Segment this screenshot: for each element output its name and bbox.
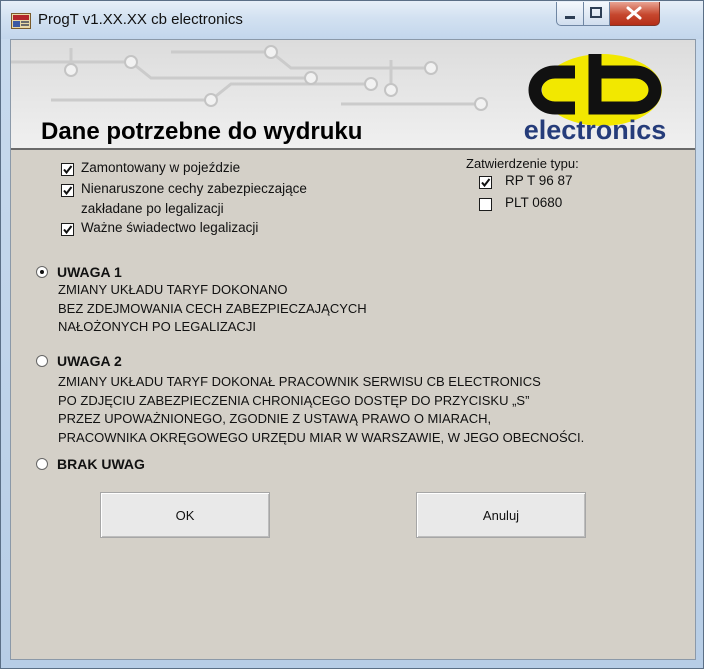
radio-button[interactable] (36, 266, 48, 278)
check-certificate[interactable]: Ważne świadectwo legalizacji (61, 220, 259, 238)
close-button[interactable] (610, 2, 660, 26)
svg-text:electronics: electronics (524, 115, 667, 145)
checkmark-icon (63, 225, 73, 235)
minimize-icon (565, 16, 575, 19)
checkbox[interactable] (479, 176, 492, 189)
note-1-text: ZMIANY UKŁADU TARYF DOKONANO BEZ ZDEJMOW… (58, 282, 367, 334)
close-icon (626, 6, 642, 20)
check-label: Nienaruszone cechy zabezpieczające (81, 181, 307, 196)
check-label: RP T 96 87 (505, 173, 573, 188)
window-title: ProgT v1.XX.XX cb electronics (38, 11, 243, 28)
check-label: Zamontowany w pojeździe (81, 160, 241, 175)
checkbox[interactable] (61, 184, 74, 197)
cb-electronics-logo: electronics (524, 54, 667, 145)
app-window: ProgT v1.XX.XX cb electronics Dane potrz… (0, 0, 704, 669)
checkmark-icon (63, 186, 73, 196)
dialog-body: Dane potrzebne do wydruku electronics Za… (10, 39, 696, 660)
check-plt-0680[interactable]: PLT 0680 (479, 195, 563, 213)
check-mounted[interactable]: Zamontowany w pojeździe (61, 160, 241, 178)
checkbox[interactable] (61, 223, 74, 236)
note-2-text: ZMIANY UKŁADU TARYF DOKONAŁ PRACOWNIK SE… (58, 374, 585, 445)
maximize-button[interactable] (584, 2, 610, 26)
checkbox[interactable] (479, 198, 492, 211)
radio-label: BRAK UWAG (57, 456, 145, 472)
check-rpt-9687[interactable]: RP T 96 87 (479, 173, 573, 191)
checkmark-icon (63, 165, 73, 175)
ok-button[interactable]: OK (100, 492, 270, 538)
check-label-line2: zakładane po legalizacji (81, 201, 224, 216)
check-seals-intact[interactable]: Nienaruszone cechy zabezpieczające zakła… (61, 181, 307, 219)
header-banner: Dane potrzebne do wydruku electronics (11, 40, 695, 148)
cancel-button[interactable]: Anuluj (416, 492, 586, 538)
radio-note-1[interactable]: UWAGA 1 (36, 264, 122, 280)
radio-button[interactable] (36, 355, 48, 367)
check-label: PLT 0680 (505, 195, 563, 210)
radio-note-2[interactable]: UWAGA 2 (36, 353, 122, 369)
title-bar[interactable]: ProgT v1.XX.XX cb electronics (1, 1, 703, 39)
check-label: Ważne świadectwo legalizacji (81, 220, 259, 235)
header-divider (11, 148, 695, 150)
radio-label: UWAGA 2 (57, 353, 122, 369)
radio-label: UWAGA 1 (57, 264, 122, 280)
app-icon (11, 13, 31, 29)
minimize-button[interactable] (556, 2, 584, 26)
page-title: Dane potrzebne do wydruku (41, 118, 363, 145)
checkbox[interactable] (61, 163, 74, 176)
maximize-icon (590, 7, 602, 18)
radio-no-notes[interactable]: BRAK UWAG (36, 456, 145, 472)
checkmark-icon (481, 178, 491, 188)
radio-button[interactable] (36, 458, 48, 470)
